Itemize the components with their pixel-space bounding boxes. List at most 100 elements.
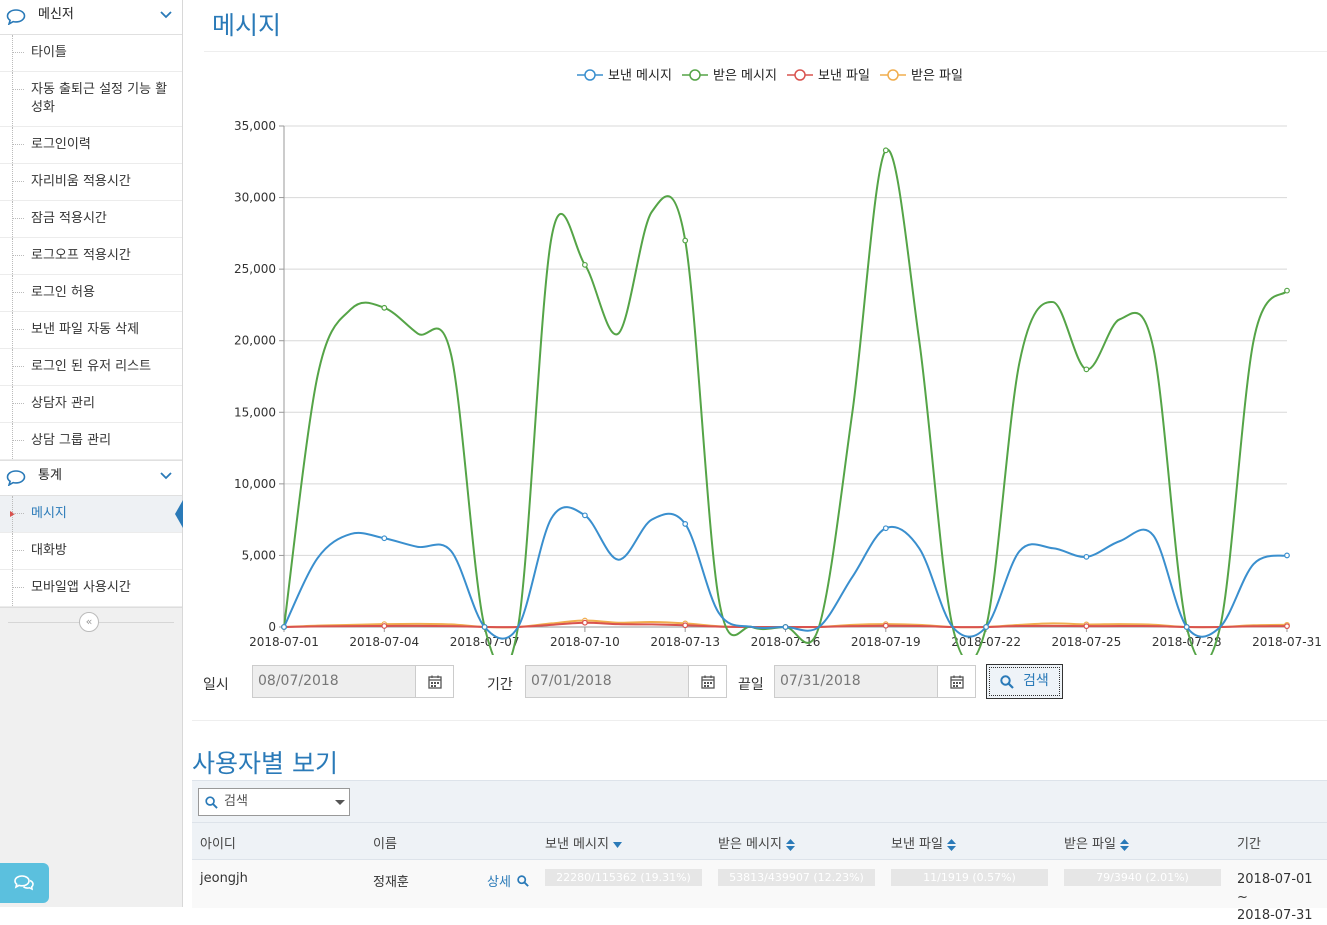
data-point xyxy=(1284,552,1290,559)
sidebar-section-messenger[interactable]: 메신저 xyxy=(0,0,182,35)
sidebar-item-logged-in-users[interactable]: 로그인 된 유저 리스트 xyxy=(0,349,182,386)
section-title: 사용자별 보기 xyxy=(192,749,338,778)
period-label: 기간 xyxy=(487,677,513,693)
sort-icon xyxy=(946,838,956,851)
sidebar-item-logoff-time[interactable]: 로그오프 적용시간 xyxy=(0,238,182,275)
column-header-name[interactable]: 이름 xyxy=(373,833,397,852)
search-icon xyxy=(205,796,218,809)
sidebar-item-label: 로그인이력 xyxy=(31,137,91,152)
detail-label: 상세 xyxy=(487,875,511,890)
sidebar-item-label: 잠금 적용시간 xyxy=(31,211,107,226)
column-header-received-messages[interactable]: 받은 메시지 xyxy=(718,833,795,852)
divider xyxy=(204,51,1327,52)
legend-marker xyxy=(887,69,899,81)
y-tick-label: 15,000 xyxy=(234,405,276,419)
sidebar-item-chatrooms[interactable]: 대화방 xyxy=(0,533,182,570)
sidebar-item-auto-attendance[interactable]: 자동 출퇴근 설정 기능 활성화 xyxy=(0,72,182,127)
data-point xyxy=(1284,287,1290,294)
y-tick-label: 25,000 xyxy=(234,262,276,276)
legend-label: 받은 메시지 xyxy=(713,69,777,84)
end-label: 끝일 xyxy=(738,677,764,693)
caret-down-icon xyxy=(335,800,345,805)
user-search-select[interactable]: 검색 xyxy=(198,788,350,816)
sidebar-section-statistics[interactable]: 통계 xyxy=(0,460,182,496)
message-line-chart: 0 5,000 10,000 15,000 20,000 25,000 30,000 35,0… xyxy=(234,69,1322,655)
data-point xyxy=(882,525,889,532)
user-stats-panel: 검색 아이디 이름 보낸 메시지 받은 메시지 보낸 파일 받은 파일 기간 j… xyxy=(192,780,1327,923)
sidebar-item-messages[interactable]: 메시지 xyxy=(0,496,183,533)
sidebar-item-label: 로그인 허용 xyxy=(31,285,95,300)
sidebar-item-auto-delete-files[interactable]: 보낸 파일 자동 삭제 xyxy=(0,312,182,349)
sort-desc-icon xyxy=(612,841,622,848)
progress-sent-files: 11/1919 (0.57%) xyxy=(891,869,1048,886)
period-start-calendar-button[interactable] xyxy=(688,665,727,698)
data-point xyxy=(682,622,689,629)
legend-label: 받은 파일 xyxy=(911,69,963,84)
data-point xyxy=(882,622,889,629)
select-value: 검색 xyxy=(224,794,248,809)
x-tick-label: 2018-07-04 xyxy=(349,635,419,649)
period-end-calendar-button[interactable] xyxy=(937,665,976,698)
calendar-icon xyxy=(701,675,715,689)
data-point xyxy=(582,512,588,519)
data-point xyxy=(582,261,588,268)
chat-button[interactable] xyxy=(0,863,49,903)
period-end-input[interactable]: 07/31/2018 xyxy=(774,665,938,698)
sidebar-item-label: 대화방 xyxy=(31,543,67,558)
x-tick-label: 2018-07-31 xyxy=(1252,635,1322,649)
data-point xyxy=(983,624,989,630)
column-header-period[interactable]: 기간 xyxy=(1237,833,1261,852)
speech-bubble-icon xyxy=(6,9,26,25)
legend-label: 보낸 파일 xyxy=(818,69,870,84)
y-tick-label: 0 xyxy=(268,620,276,634)
date-input[interactable]: 08/07/2018 xyxy=(252,665,416,698)
chat-icon xyxy=(14,875,34,891)
progress-label: 22280/115362 (19.31%) xyxy=(556,871,691,884)
detail-link[interactable]: 상세 xyxy=(487,871,529,890)
progress-received-messages: 53813/439907 (12.23%) xyxy=(718,869,875,886)
data-point xyxy=(481,624,488,630)
x-tick-label: 2018-07-01 xyxy=(249,635,319,649)
sidebar-item-label: 상담자 관리 xyxy=(31,396,95,411)
sidebar-item-counselor-manage[interactable]: 상담자 관리 xyxy=(0,386,182,423)
column-header-sent-files[interactable]: 보낸 파일 xyxy=(891,833,956,852)
date-calendar-button[interactable] xyxy=(415,665,454,698)
sidebar-item-login-allow[interactable]: 로그인 허용 xyxy=(0,275,182,312)
sidebar-item-mobile-usage[interactable]: 모바일앱 사용시간 xyxy=(0,570,182,607)
sidebar-item-title[interactable]: 타이틀 xyxy=(0,35,182,72)
sidebar-item-lock-time[interactable]: 잠금 적용시간 xyxy=(0,201,182,238)
table-row: jeongjh 정재훈 상세 22280/115362 (19.31%) 538… xyxy=(192,860,1327,923)
legend-marker xyxy=(689,69,701,81)
legend-label: 보낸 메시지 xyxy=(608,69,672,84)
column-header-received-files[interactable]: 받은 파일 xyxy=(1064,833,1129,852)
sidebar-item-label: 로그인 된 유저 리스트 xyxy=(31,359,152,374)
progress-sent-messages: 22280/115362 (19.31%) xyxy=(545,869,702,886)
data-point xyxy=(281,624,287,630)
sidebar-item-away-time[interactable]: 자리비움 적용시간 xyxy=(0,164,182,201)
x-tick-label: 2018-07-22 xyxy=(951,635,1021,649)
sidebar-item-counsel-group[interactable]: 상담 그룹 관리 xyxy=(0,423,182,460)
sidebar-item-label: 로그오프 적용시간 xyxy=(31,248,131,263)
speech-bubble-icon xyxy=(6,470,26,486)
progress-received-files: 79/3940 (2.01%) xyxy=(1064,869,1221,886)
y-tick-label: 5,000 xyxy=(242,548,276,562)
column-header-sent-messages[interactable]: 보낸 메시지 xyxy=(545,833,622,852)
sidebar-item-label: 보낸 파일 자동 삭제 xyxy=(31,322,140,337)
column-header-id[interactable]: 아이디 xyxy=(200,833,236,852)
search-button[interactable]: 검색 xyxy=(986,664,1063,699)
y-tick-label: 10,000 xyxy=(234,477,276,491)
period-end: 2018-07-31 xyxy=(1237,908,1313,923)
data-point xyxy=(682,237,689,244)
double-chevron-left-icon[interactable]: « xyxy=(79,612,99,632)
sidebar-item-label: 자동 출퇴근 설정 기능 활성화 xyxy=(31,82,168,115)
x-tick-label: 2018-07-13 xyxy=(650,635,720,649)
active-marker xyxy=(10,511,15,517)
sidebar-item-login-history[interactable]: 로그인이력 xyxy=(0,127,182,164)
data-point xyxy=(1083,366,1090,373)
active-tab-indicator xyxy=(175,500,183,528)
data-point xyxy=(682,521,689,527)
main-content: 메시지 0 5,000 10,000 15,000 20,000 25,000 30,000… xyxy=(192,0,1327,923)
x-tick-label: 2018-07-19 xyxy=(851,635,921,649)
data-point xyxy=(582,619,588,626)
period-start-input[interactable]: 07/01/2018 xyxy=(525,665,689,698)
